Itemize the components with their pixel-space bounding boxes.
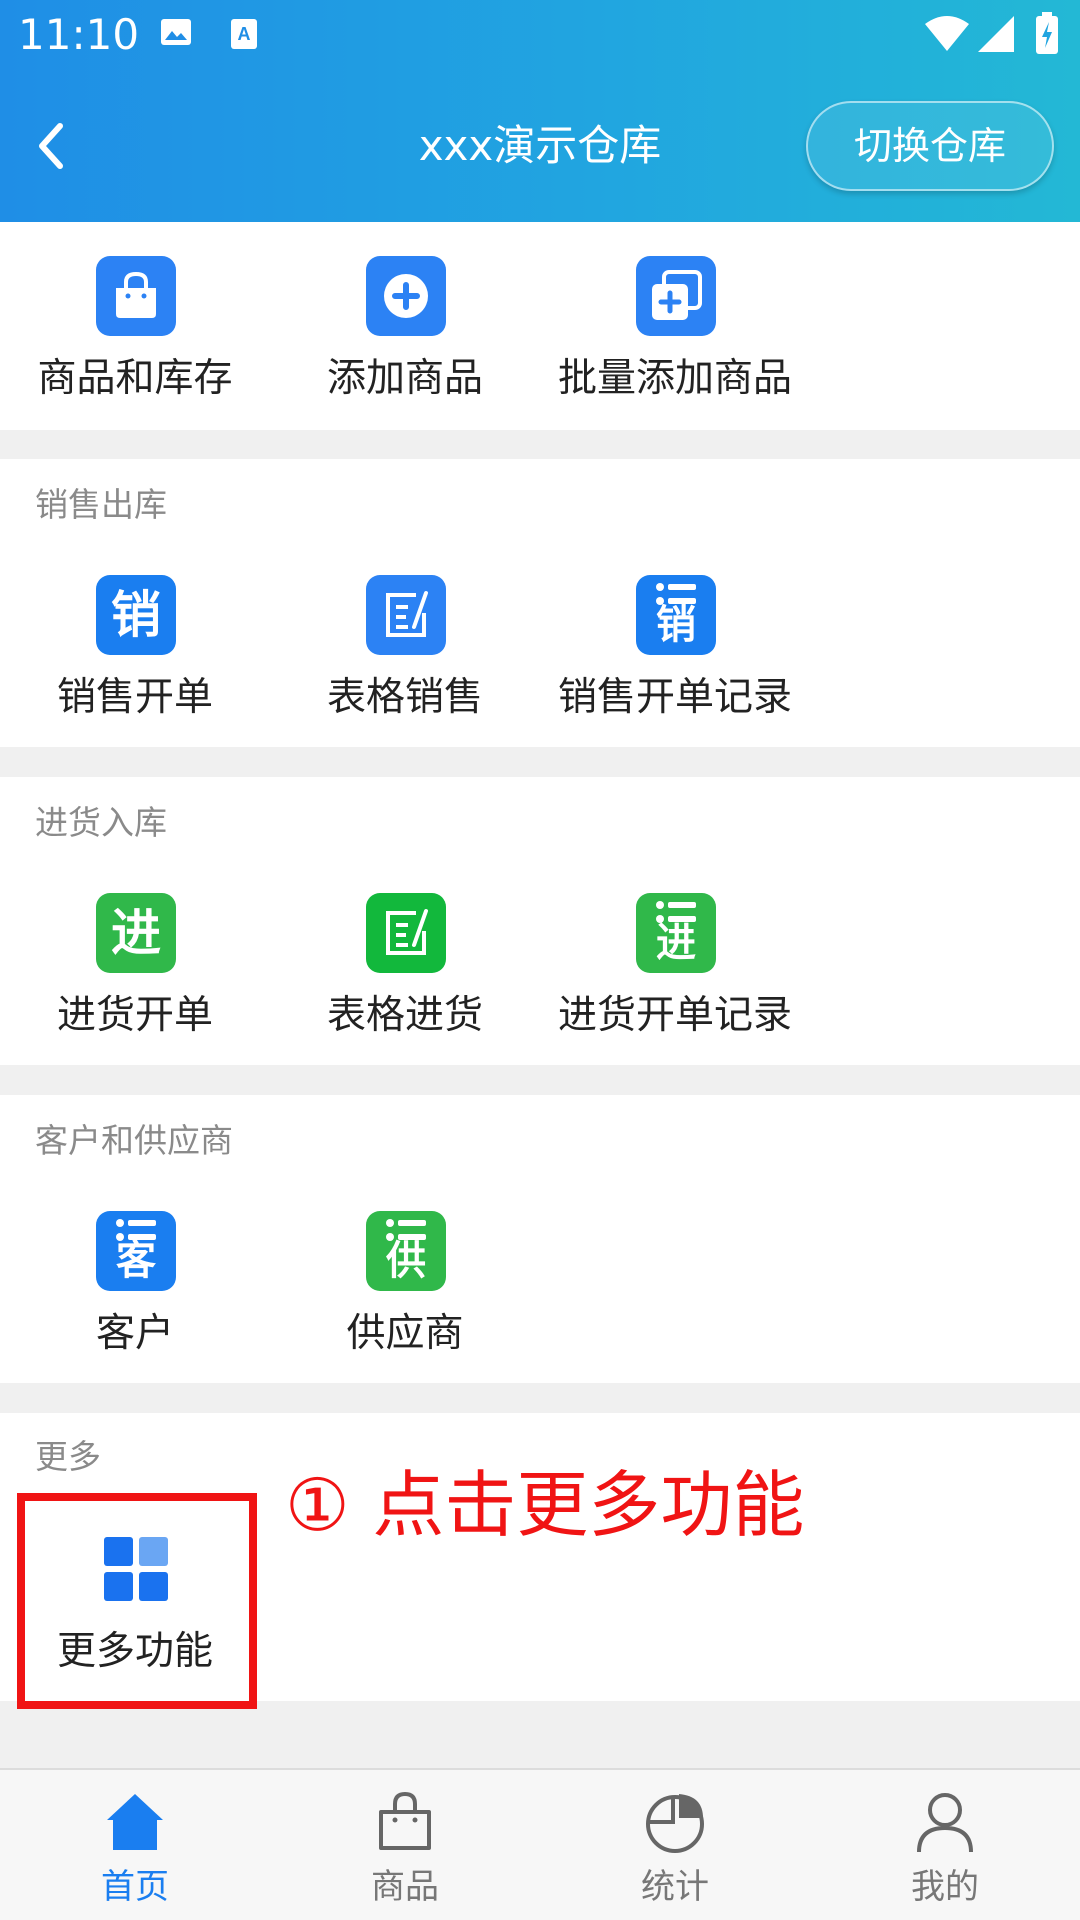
tab-label: 商品 (371, 1867, 439, 1907)
table-purchase-item[interactable]: 表格进货 (270, 893, 540, 1068)
font-a-icon: A (230, 18, 258, 54)
sales-section: 销售出库 销 销售开单 表格销售 销 销售开单记录 (0, 459, 1080, 747)
item-label: 添加商品 (326, 356, 483, 401)
switch-warehouse-button[interactable]: 切换仓库 (806, 101, 1054, 191)
signal-icon (978, 16, 1014, 56)
home-icon (107, 1794, 163, 1850)
purchase-record-item[interactable]: 进 进货开单记录 (540, 893, 810, 1068)
section-title: 更多 (35, 1437, 101, 1476)
tab-mine[interactable]: 我的 (810, 1770, 1080, 1920)
goods-inventory-item[interactable]: 商品和库存 (0, 256, 270, 431)
tab-label: 我的 (911, 1867, 979, 1907)
bag-icon (379, 1791, 431, 1850)
table-edit-icon (366, 575, 446, 655)
customer-supplier-section: 客户和供应商 客 客户 供 供应商 (0, 1095, 1080, 1383)
svg-text:A: A (238, 24, 251, 44)
status-time: 11:10 (18, 10, 140, 59)
tab-statistics[interactable]: 统计 (540, 1770, 810, 1920)
purchase-order-icon: 进 (96, 893, 176, 973)
page-title: xxx演示仓库 (418, 121, 662, 170)
wifi-icon (925, 16, 969, 56)
batch-add-icon (636, 256, 716, 336)
section-title: 销售出库 (35, 485, 167, 524)
tab-label: 首页 (101, 1867, 169, 1907)
purchase-section: 进货入库 进 进货开单 表格进货 进 进货开单记录 (0, 777, 1080, 1065)
customer-item[interactable]: 客 客户 (0, 1211, 270, 1386)
item-label: 进货开单记录 (557, 993, 792, 1038)
user-icon (917, 1793, 973, 1853)
item-label: 商品和库存 (37, 356, 233, 401)
bottom-tab-bar: 首页 商品 统计 我的 (0, 1768, 1080, 1920)
status-bar: 11:10 A (0, 0, 1080, 74)
annotation-text: ① 点击更多功能 (285, 1463, 805, 1547)
sale-order-item[interactable]: 销 销售开单 (0, 575, 270, 750)
item-label: 表格进货 (326, 993, 483, 1038)
back-button[interactable] (32, 118, 72, 174)
purchase-record-icon: 进 (636, 893, 716, 973)
tab-home[interactable]: 首页 (0, 1770, 270, 1920)
tab-label: 统计 (641, 1867, 709, 1907)
item-label: 表格销售 (326, 675, 483, 720)
shopping-bag-icon (96, 256, 176, 336)
sale-record-item[interactable]: 销 销售开单记录 (540, 575, 810, 750)
table-sale-item[interactable]: 表格销售 (270, 575, 540, 750)
tab-goods[interactable]: 商品 (270, 1770, 540, 1920)
item-label: 供应商 (346, 1311, 464, 1356)
highlight-box (17, 1493, 257, 1709)
batch-add-goods-item[interactable]: 批量添加商品 (540, 256, 810, 431)
item-label: 进货开单 (56, 993, 213, 1038)
table-edit-icon (366, 893, 446, 973)
quick-actions-section: 商品和库存 添加商品 批量添加商品 (0, 222, 1080, 430)
image-icon (160, 18, 192, 50)
section-title: 进货入库 (35, 803, 167, 842)
add-circle-icon (366, 256, 446, 336)
customer-list-icon: 客 (96, 1211, 176, 1291)
add-goods-item[interactable]: 添加商品 (270, 256, 540, 431)
app-header: 11:10 A xxx演示仓库 切换仓库 (0, 0, 1080, 222)
supplier-list-icon: 供 (366, 1211, 446, 1291)
item-label: 批量添加商品 (557, 356, 792, 401)
supplier-item[interactable]: 供 供应商 (270, 1211, 540, 1386)
sale-record-icon: 销 (636, 575, 716, 655)
pie-chart-icon (646, 1794, 704, 1853)
section-title: 客户和供应商 (35, 1121, 233, 1160)
battery-icon (1036, 12, 1058, 58)
item-label: 销售开单 (56, 675, 213, 720)
sale-order-icon: 销 (96, 575, 176, 655)
item-label: 销售开单记录 (557, 675, 792, 720)
chevron-left-icon (39, 123, 63, 169)
item-label: 客户 (95, 1311, 174, 1356)
purchase-order-item[interactable]: 进 进货开单 (0, 893, 270, 1068)
